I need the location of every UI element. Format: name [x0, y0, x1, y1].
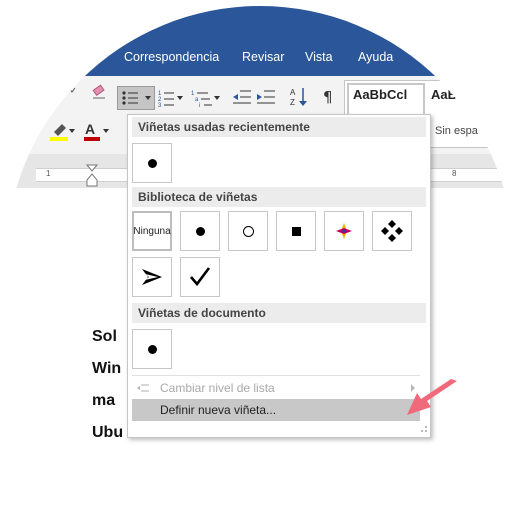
screenshot-stage: Correspondencia Revisar Vista Ayuda 123: [0, 0, 520, 520]
style-name-no-spacing: Sin espa: [435, 125, 478, 137]
style-preview-no-spacing[interactable]: AaBb: [431, 87, 465, 102]
tab-revisar[interactable]: Revisar: [242, 50, 284, 64]
show-formatting-marks-icon[interactable]: ¶: [322, 88, 336, 106]
ribbon-tab-bar: Correspondencia Revisar Vista Ayuda: [6, 6, 514, 76]
document-text-line: Ubu: [92, 424, 124, 441]
chevron-down-icon[interactable]: [68, 86, 76, 94]
bullet-diamond-cluster-option[interactable]: [372, 211, 412, 251]
annotation-arrow-icon: [407, 379, 457, 415]
tab-correspondencia[interactable]: Correspondencia: [124, 50, 219, 64]
bullet-none-option[interactable]: Ninguna: [132, 211, 172, 251]
checkmark-icon: [190, 267, 211, 287]
document-bullets-heading: Viñetas de documento: [132, 303, 426, 323]
highlight-color-icon[interactable]: [46, 120, 76, 144]
bullet-checkmark-option[interactable]: [180, 257, 220, 297]
bullets-button[interactable]: [117, 86, 155, 110]
bullet-square-option[interactable]: [276, 211, 316, 251]
list-level-icon: [137, 384, 149, 392]
sort-icon[interactable]: A Z: [289, 86, 309, 108]
bullet-library-heading: Biblioteca de viñetas: [132, 187, 426, 207]
document-text-line: Win: [92, 360, 122, 377]
multilevel-list-icon[interactable]: 1ai: [190, 88, 220, 108]
define-new-bullet-item[interactable]: Definir nueva viñeta...: [132, 399, 420, 421]
document-text-line: ma: [92, 392, 116, 409]
decrease-indent-icon[interactable]: [232, 88, 252, 106]
circular-crop: Correspondencia Revisar Vista Ayuda 123: [6, 6, 514, 514]
svg-text:i: i: [199, 103, 200, 108]
bullet-arrowhead-option[interactable]: [132, 257, 172, 297]
bullet-library-menu: Viñetas usadas recientemente Biblioteca …: [127, 114, 431, 438]
change-list-level-item: Cambiar nivel de lista: [132, 377, 420, 399]
tab-vista[interactable]: Vista: [305, 50, 333, 64]
svg-text:¶: ¶: [323, 88, 333, 106]
bullet-filled-circle-option[interactable]: [180, 211, 220, 251]
numbering-icon[interactable]: 123: [156, 88, 184, 108]
svg-text:Z: Z: [290, 98, 295, 107]
hollow-circle-icon: [242, 225, 254, 237]
ruler-tick-label: 8: [452, 169, 457, 178]
filled-circle-icon: [147, 158, 157, 168]
resize-grip-icon[interactable]: [420, 425, 428, 433]
recent-bullets-heading: Viñetas usadas recientemente: [132, 117, 426, 137]
font-color-icon[interactable]: A: [82, 120, 112, 144]
filled-circle-icon: [147, 344, 157, 354]
colored-four-point-icon: [336, 223, 352, 239]
increase-indent-icon[interactable]: [256, 88, 276, 106]
recent-bullet-filled-circle[interactable]: [132, 143, 172, 183]
ruler-tick-label: 1: [46, 169, 51, 178]
document-text-line: Sol: [92, 328, 117, 345]
bullet-hollow-circle-option[interactable]: [228, 211, 268, 251]
svg-text:3: 3: [158, 103, 162, 108]
change-list-level-label: Cambiar nivel de lista: [160, 381, 275, 395]
filled-circle-icon: [195, 226, 205, 236]
document-bullet-filled-circle[interactable]: [132, 329, 172, 369]
define-new-bullet-label: Definir nueva viñeta...: [160, 403, 277, 417]
arrowhead-icon: [142, 269, 162, 285]
menu-divider: [132, 375, 420, 376]
svg-text:A: A: [290, 88, 296, 97]
tab-ayuda[interactable]: Ayuda: [358, 50, 393, 64]
diamond-cluster-icon: [381, 220, 403, 242]
bullet-list-icon: [122, 91, 151, 105]
svg-text:A: A: [85, 121, 95, 137]
style-preview-normal[interactable]: AaBbCcl: [353, 87, 407, 102]
filled-square-icon: [291, 226, 301, 236]
clear-formatting-icon[interactable]: [90, 82, 108, 100]
bullet-four-diamond-option[interactable]: [324, 211, 364, 251]
